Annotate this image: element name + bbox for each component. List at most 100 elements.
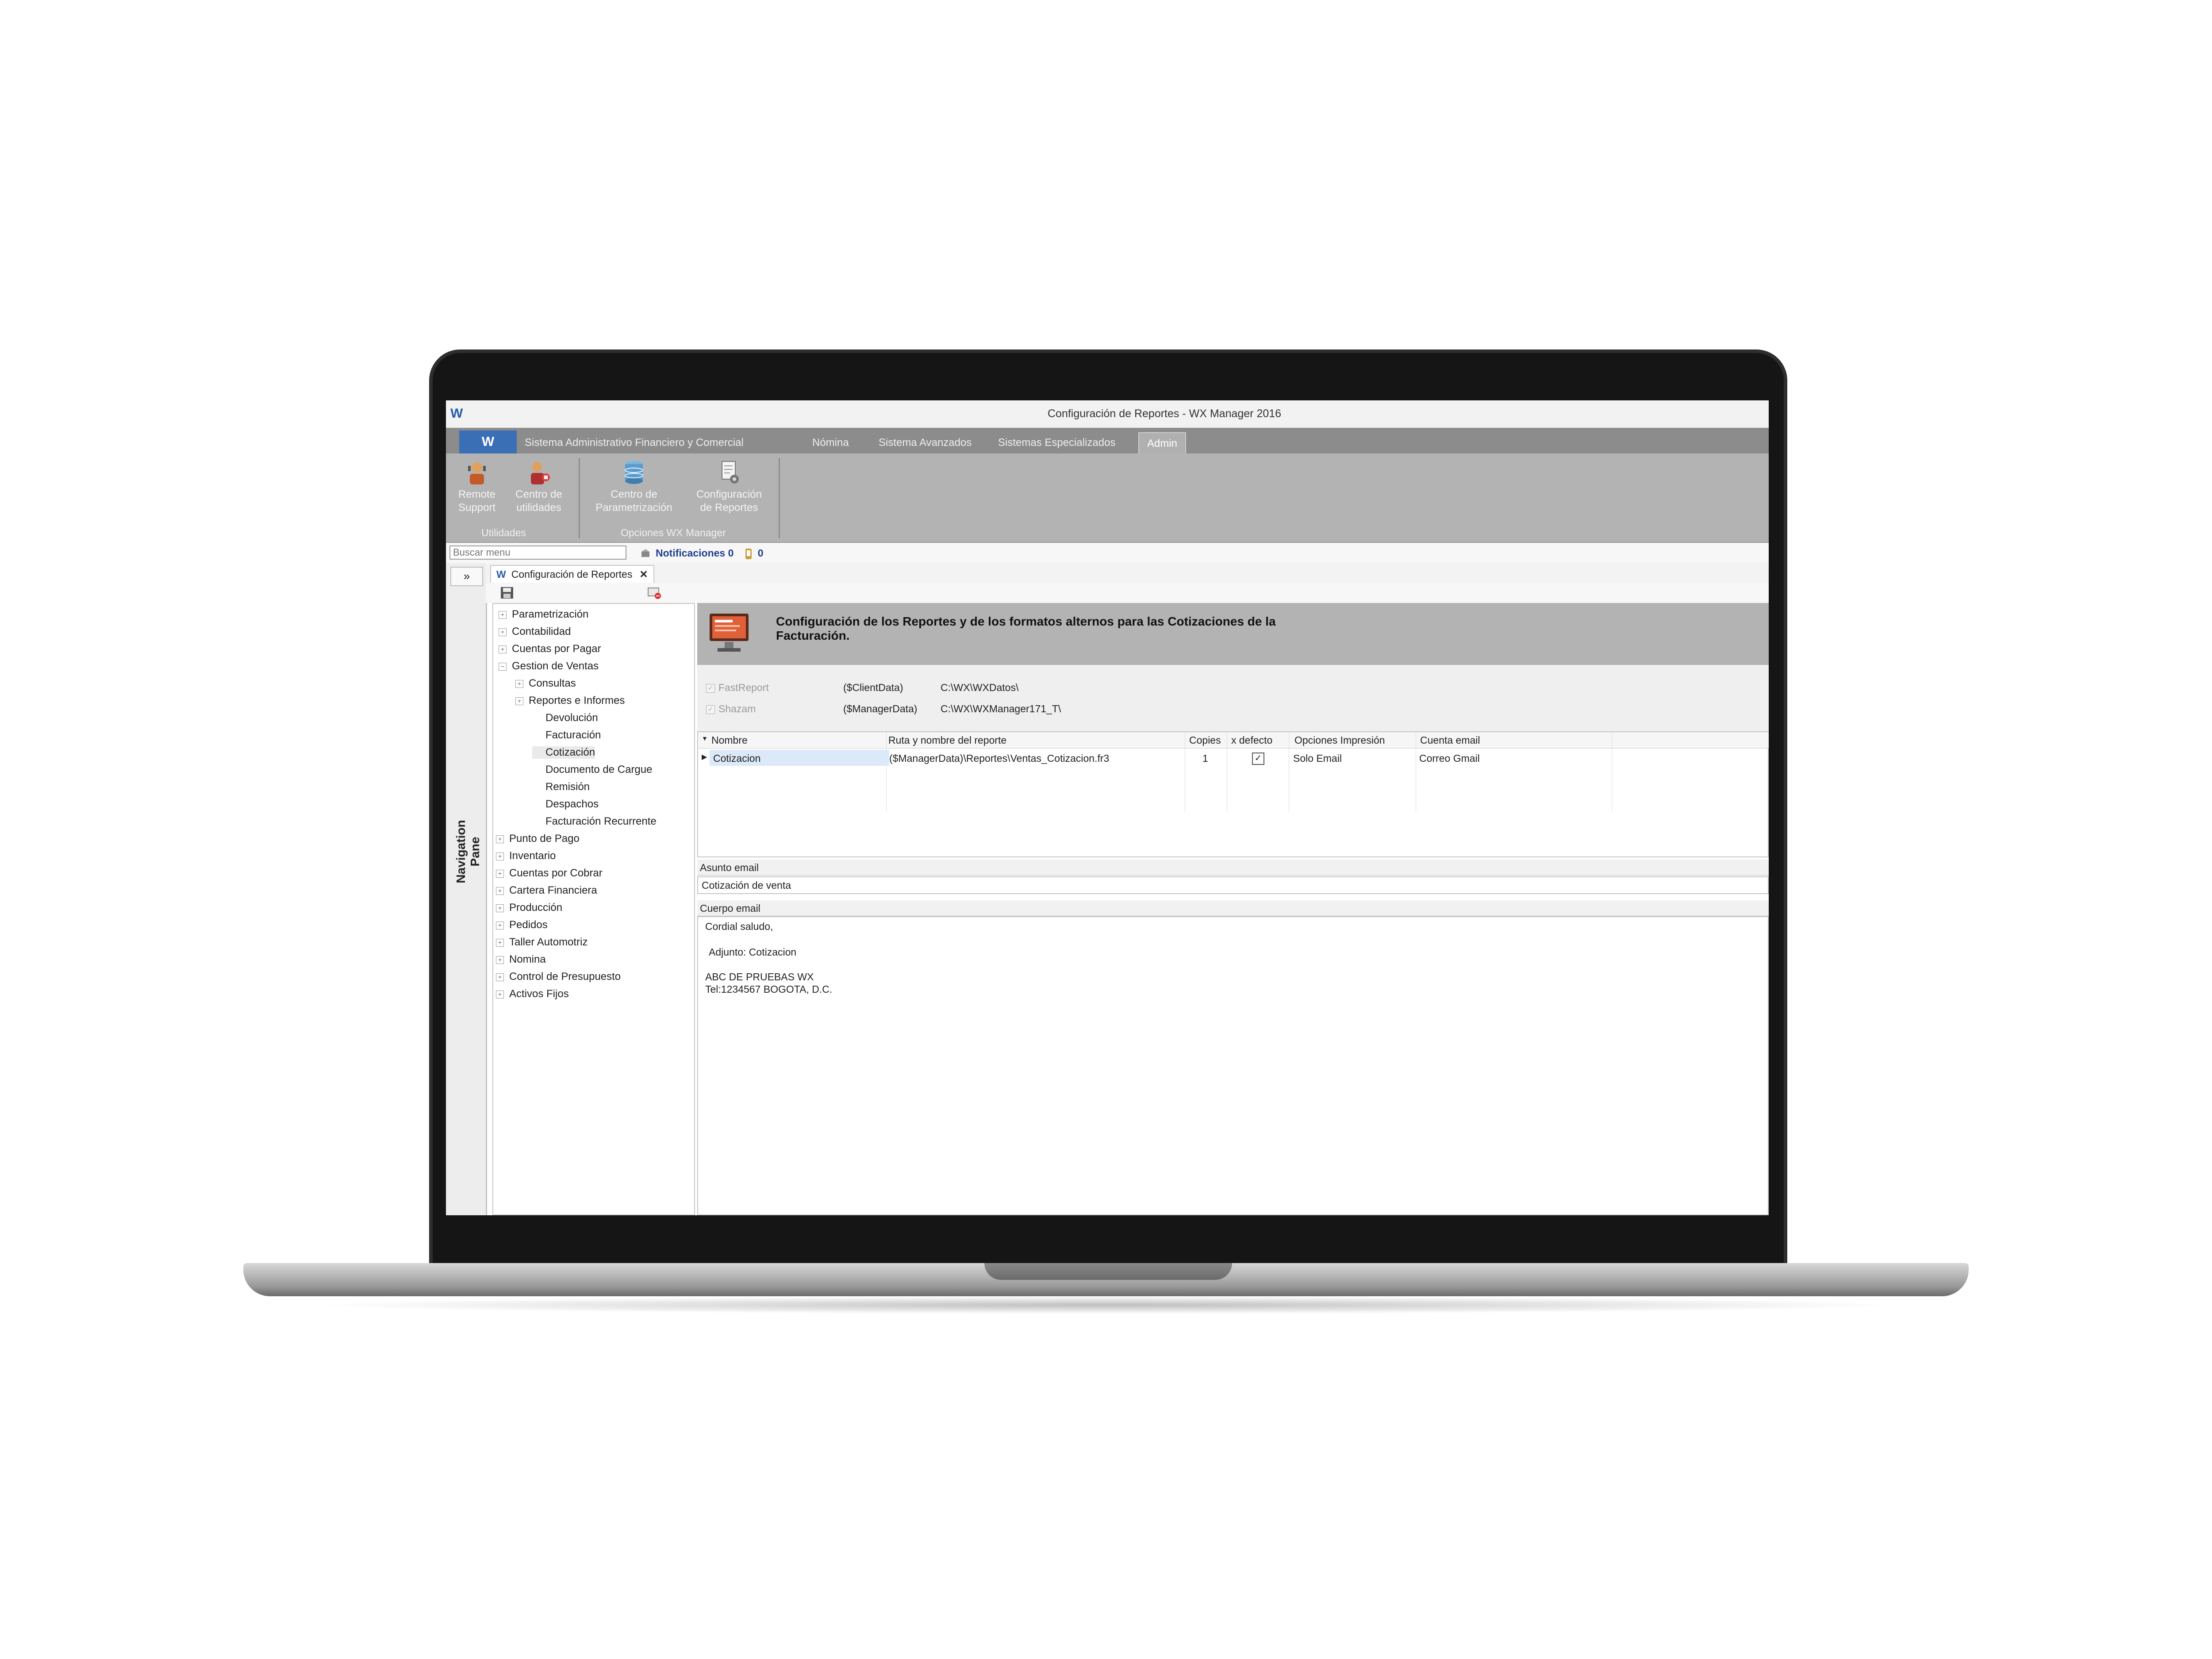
tree-item[interactable]: + Pedidos <box>496 919 548 931</box>
tree-item[interactable]: + Reportes e Informes <box>515 695 625 707</box>
expander-icon[interactable]: − <box>499 662 507 671</box>
clientdata-var: ($ClientData) <box>843 682 903 693</box>
check-icon: ✓ <box>1252 753 1264 765</box>
fastreport-checkbox[interactable]: ✓ <box>706 684 715 693</box>
tree-item[interactable]: + Cuentas por Cobrar <box>496 867 603 879</box>
group-label-utilidades: Utilidades <box>481 527 526 538</box>
col-defecto[interactable]: x defecto <box>1231 734 1272 746</box>
option-shazam[interactable]: ✓ Shazam <box>706 703 756 715</box>
title-bar: W Configuración de Reportes - WX Manager… <box>446 400 1769 428</box>
expander-icon[interactable]: + <box>499 628 507 636</box>
managerdata-path: C:\WX\WXManager171_T\ <box>941 703 1061 714</box>
expander-icon[interactable]: + <box>496 835 504 843</box>
tab-admin[interactable]: Admin <box>1138 432 1187 454</box>
tree-item[interactable]: + Contabilidad <box>499 626 571 638</box>
configuracion-reportes-button[interactable]: Configuración de Reportes <box>687 460 771 515</box>
notification-icon <box>641 549 649 557</box>
close-icon[interactable]: ✕ <box>639 568 648 580</box>
expander-icon[interactable]: + <box>499 611 507 619</box>
expander-icon[interactable]: + <box>496 921 504 929</box>
col-cuenta[interactable]: Cuenta email <box>1420 734 1480 746</box>
tree-item[interactable]: + Inventario <box>496 850 556 862</box>
report-config-icon <box>717 460 741 486</box>
cell-nombre[interactable]: Cotizacion <box>713 753 760 764</box>
tree-item[interactable]: Facturación Recurrente <box>532 815 657 828</box>
tree-item[interactable]: + Producción <box>496 902 562 914</box>
cell-opciones[interactable]: Solo Email <box>1293 753 1342 764</box>
tree-item[interactable]: − Gestion de Ventas <box>499 660 599 672</box>
col-opciones[interactable]: Opciones Impresión <box>1294 734 1385 746</box>
sort-indicator-icon: ▼ <box>702 735 708 742</box>
centro-parametrizacion-button[interactable]: Centro de Parametrización <box>590 460 678 515</box>
centro-utilidades-button[interactable]: Centro de utilidades <box>510 460 568 515</box>
tree-item-label: Facturación Recurrente <box>545 815 657 827</box>
tree-item-label: Remisión <box>545 781 590 793</box>
tree-item[interactable]: + Nomina <box>496 953 546 966</box>
option-fastreport[interactable]: ✓ FastReport <box>706 682 769 694</box>
tree-item-label: Activos Fijos <box>509 988 569 1000</box>
tree-item[interactable]: Devolución <box>532 712 598 724</box>
col-copies[interactable]: Copies <box>1189 734 1221 746</box>
nav-pane-label[interactable]: Navigation Pane <box>454 807 482 896</box>
expander-icon[interactable]: + <box>496 973 504 981</box>
tree-item[interactable]: + Consultas <box>515 677 576 690</box>
tree-item[interactable]: Facturación <box>532 729 601 741</box>
header-description: Configuración de los Reportes y de los f… <box>776 614 1276 642</box>
tree-item[interactable]: Documento de Cargue <box>532 764 652 776</box>
expander-icon[interactable]: + <box>496 852 504 860</box>
tab-sistema-avanzados[interactable]: Sistema Avanzados <box>871 432 979 453</box>
tree-item-label: Taller Automotriz <box>509 936 588 948</box>
expander-icon[interactable]: + <box>496 904 504 912</box>
shazam-checkbox[interactable]: ✓ <box>706 705 715 714</box>
doc-tab-configuracion-reportes[interactable]: W Configuración de Reportes ✕ <box>490 565 654 583</box>
tree-item-label: Cuentas por Pagar <box>512 643 601 655</box>
app-logo-icon[interactable]: W <box>450 406 468 422</box>
body-line: Adjunto: Cotizacion <box>709 946 797 958</box>
tree-item[interactable]: Despachos <box>532 798 599 810</box>
tree-item[interactable]: + Cartera Financiera <box>496 884 597 897</box>
tree-item[interactable]: + Control de Presupuesto <box>496 971 621 983</box>
remote-support-icon <box>465 460 489 486</box>
remote-support-button[interactable]: Remote Support <box>450 460 503 515</box>
expander-icon[interactable]: + <box>496 956 504 964</box>
expander-icon[interactable]: + <box>515 680 523 688</box>
notifications[interactable]: Notificaciones 0 0 <box>641 547 764 560</box>
search-input[interactable] <box>449 545 626 560</box>
tab-sistema-administrativo[interactable]: Sistema Administrativo Financiero y Come… <box>517 432 752 453</box>
tree-item[interactable]: + Punto de Pago <box>496 833 580 845</box>
tree-item-label: Producción <box>509 902 563 914</box>
tree-item[interactable]: Remisión <box>532 781 590 793</box>
cell-ruta[interactable]: ($ManagerData)\Reportes\Ventas_Cotizacio… <box>889 753 1109 764</box>
tree-item[interactable]: + Parametrización <box>499 608 588 621</box>
centro-utilidades-label-1: Centro de <box>515 488 562 500</box>
col-ruta[interactable]: Ruta y nombre del reporte <box>888 734 1006 746</box>
app-menu-button[interactable]: W <box>459 430 517 453</box>
centro-parametrizacion-label-1: Centro de <box>611 488 657 500</box>
tree-item[interactable]: + Taller Automotriz <box>496 936 588 949</box>
cell-copies[interactable]: 1 <box>1202 753 1208 764</box>
col-nombre[interactable]: Nombre <box>711 734 748 746</box>
tree-item[interactable]: + Activos Fijos <box>496 988 569 1000</box>
cell-cuenta[interactable]: Correo Gmail <box>1419 753 1480 764</box>
expander-icon[interactable]: + <box>496 990 504 998</box>
expander-icon[interactable]: + <box>515 697 523 705</box>
subject-field[interactable]: Cotización de venta <box>697 876 1769 894</box>
tab-nomina[interactable]: Nómina <box>804 432 857 453</box>
cell-defecto-checkbox[interactable]: ✓ <box>1252 752 1264 765</box>
report-engine-options: ✓ FastReport ($ClientData) C:\WX\WXDatos\… <box>697 665 1769 731</box>
save-icon[interactable] <box>500 586 514 599</box>
tree-item[interactable]: Cotización <box>532 746 595 759</box>
tab-sistemas-especializados[interactable]: Sistemas Especializados <box>990 432 1123 453</box>
nav-pane-toggle[interactable]: » <box>450 567 483 586</box>
body-field[interactable]: Cordial saludo, Adjunto: Cotizacion ABC … <box>697 916 1769 1215</box>
expander-icon[interactable]: + <box>499 645 507 653</box>
delete-record-icon[interactable] <box>647 586 661 599</box>
tree-item-label: Devolución <box>545 712 598 724</box>
tree-item-label: Cuentas por Cobrar <box>509 867 603 879</box>
expander-icon[interactable]: + <box>496 938 504 947</box>
expander-icon[interactable]: + <box>496 887 504 895</box>
reports-grid: ▼ Nombre Ruta y nombre del reporte Copie… <box>697 731 1769 857</box>
centro-utilidades-label-2: utilidades <box>516 502 561 514</box>
expander-icon[interactable]: + <box>496 869 504 878</box>
tree-item[interactable]: + Cuentas por Pagar <box>499 643 601 655</box>
